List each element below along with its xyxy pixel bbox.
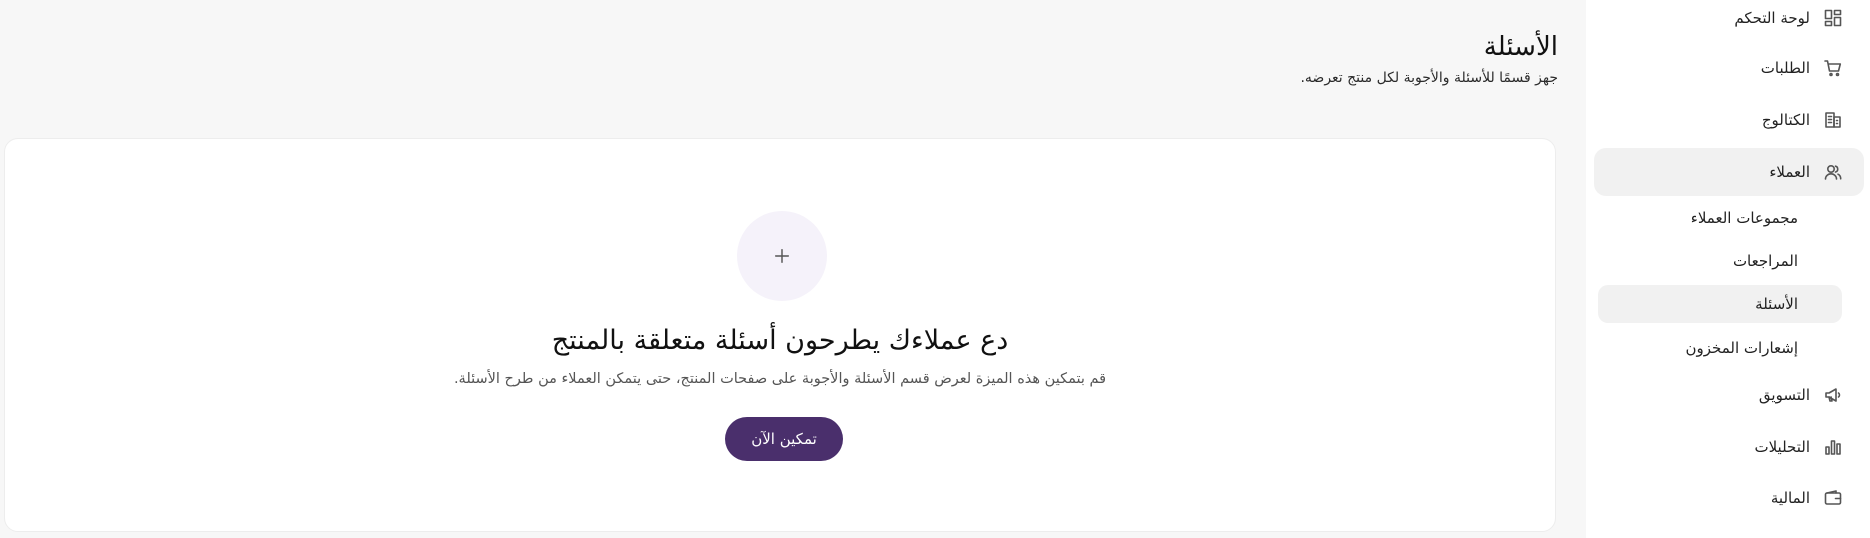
- sidebar-subitem-customer-groups[interactable]: مجموعات العملاء: [1598, 199, 1842, 237]
- sidebar-item-label: الطلبات: [1760, 59, 1810, 77]
- sidebar-item-orders[interactable]: الطلبات: [1594, 44, 1864, 92]
- enable-now-button[interactable]: تمكين الآن: [725, 417, 843, 461]
- sidebar-item-label: التسويق: [1758, 386, 1810, 404]
- sidebar-subitem-label: مجموعات العملاء: [1690, 209, 1798, 227]
- sidebar-item-marketing[interactable]: التسويق: [1594, 371, 1864, 419]
- sidebar-item-analytics[interactable]: التحليلات: [1594, 423, 1864, 471]
- sidebar-item-label: المالية: [1770, 489, 1810, 507]
- users-icon: [1822, 161, 1844, 183]
- empty-state-card: دع عملاءك يطرحون أسئلة متعلقة بالمنتج قم…: [4, 138, 1556, 532]
- page-title: الأسئلة: [1483, 32, 1558, 62]
- sidebar-item-finance[interactable]: المالية: [1594, 474, 1864, 522]
- page-subtitle: جهز قسمًا للأسئلة والأجوبة لكل منتج تعرض…: [1300, 70, 1558, 86]
- sidebar-item-label: التحليلات: [1754, 438, 1810, 456]
- sidebar-subitem-stock-notifications[interactable]: إشعارات المخزون: [1598, 329, 1842, 367]
- sidebar-subitem-reviews[interactable]: المراجعات: [1598, 242, 1842, 280]
- sidebar-subitem-label: الأسئلة: [1755, 295, 1798, 313]
- sidebar-item-label: العملاء: [1769, 163, 1810, 181]
- sidebar: لوحة التحكم الطلبات الكتالوج العملاء مجم…: [1586, 0, 1870, 538]
- wallet-icon: [1822, 487, 1844, 509]
- sidebar-subitem-label: المراجعات: [1732, 252, 1798, 270]
- empty-state-description: قم بتمكين هذه الميزة لعرض قسم الأسئلة وا…: [453, 371, 1107, 387]
- empty-state-title: دع عملاءك يطرحون أسئلة متعلقة بالمنتج: [551, 325, 1009, 356]
- sidebar-item-dashboard[interactable]: لوحة التحكم: [1594, 0, 1864, 42]
- plus-icon: [737, 211, 827, 301]
- megaphone-icon: [1822, 384, 1844, 406]
- sidebar-item-customers[interactable]: العملاء: [1594, 148, 1864, 196]
- sidebar-subitem-questions[interactable]: الأسئلة: [1598, 285, 1842, 323]
- sidebar-item-label: لوحة التحكم: [1734, 9, 1810, 27]
- sidebar-subitem-label: إشعارات المخزون: [1685, 339, 1798, 357]
- cart-icon: [1822, 57, 1844, 79]
- bar-chart-icon: [1822, 436, 1844, 458]
- sidebar-item-catalog[interactable]: الكتالوج: [1594, 96, 1864, 144]
- sidebar-item-label: الكتالوج: [1761, 111, 1810, 129]
- dashboard-icon: [1822, 7, 1844, 29]
- page-header: الأسئلة جهز قسمًا للأسئلة والأجوبة لكل م…: [1300, 32, 1558, 86]
- catalog-icon: [1822, 109, 1844, 131]
